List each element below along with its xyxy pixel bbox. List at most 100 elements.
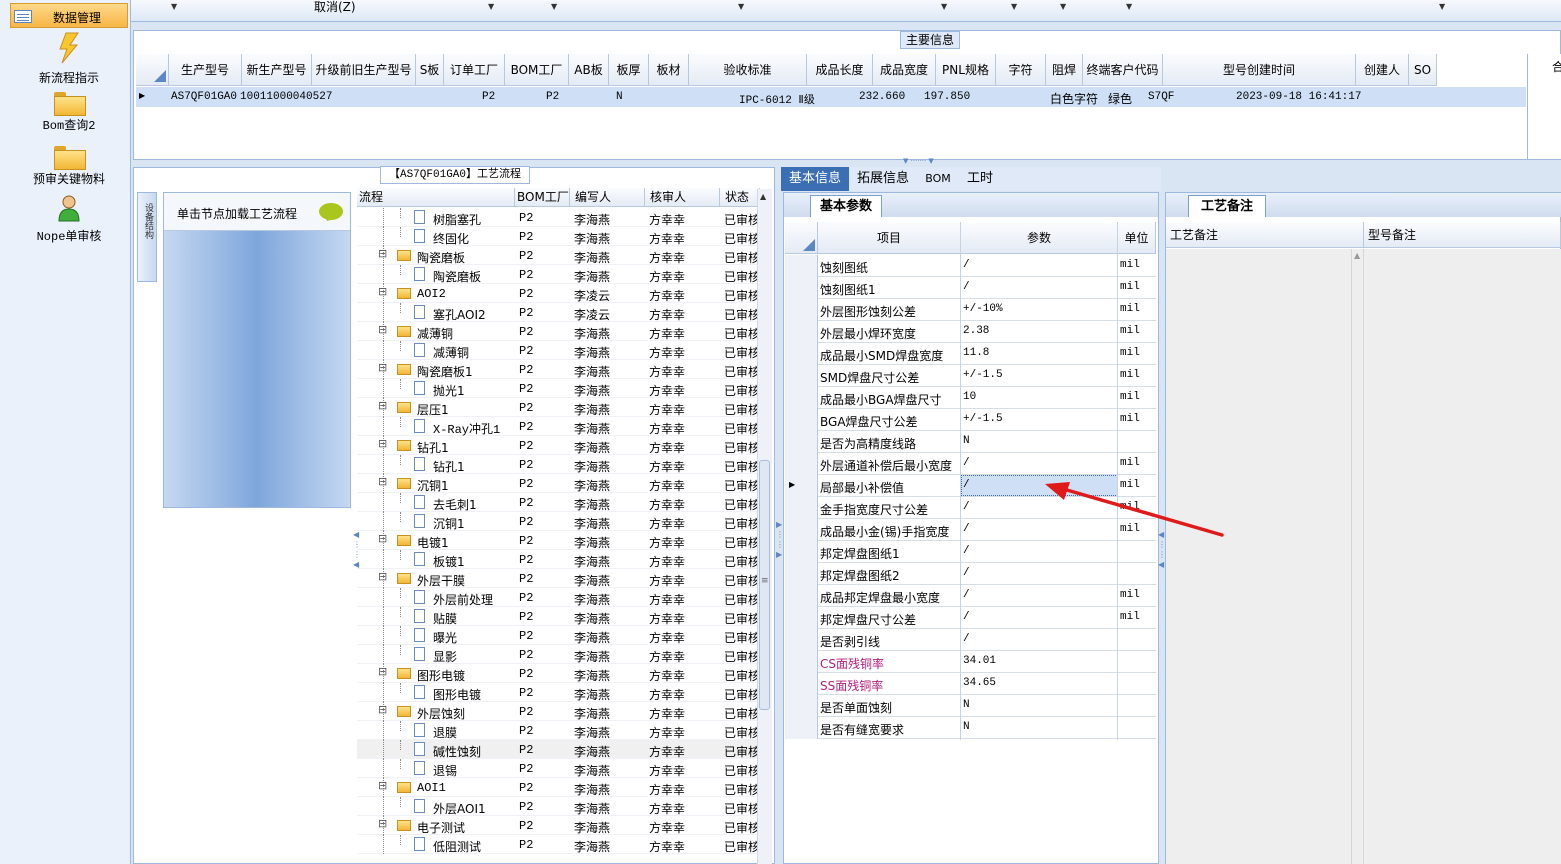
collapse-toggle-icon[interactable]: ⊟ (378, 437, 387, 450)
cell-solder[interactable]: 绿色 (1108, 90, 1132, 107)
tree-row[interactable]: 沉铜1 P2 李海燕 方幸幸 已审核 (357, 512, 760, 531)
collapse-toggle-icon[interactable]: ⊟ (378, 399, 387, 412)
cell-new-model[interactable]: 10011000040527 (240, 91, 332, 103)
tree-row[interactable]: ⊟ 图形电镀 P2 李海燕 方幸幸 已审核 (357, 664, 760, 683)
notes-scrollbar[interactable]: ▲ (1351, 249, 1364, 864)
param-value[interactable]: / (963, 259, 970, 271)
param-value[interactable]: / (963, 545, 970, 557)
nav-item-new-flow[interactable]: 新流程指示 (10, 32, 128, 86)
param-value[interactable]: 11.8 (963, 347, 989, 359)
param-row[interactable]: 邦定焊盘图纸1 / (785, 541, 1156, 563)
main-col-header[interactable]: BOM工厂 (505, 54, 569, 86)
scroll-up-icon[interactable]: ▲ (760, 192, 766, 201)
tree-row[interactable]: 图形电镀 P2 李海燕 方幸幸 已审核 (357, 683, 760, 702)
param-value[interactable]: / (963, 567, 970, 579)
param-row[interactable]: 邦定焊盘图纸2 / (785, 563, 1156, 585)
cell-customer[interactable]: S7QF (1148, 91, 1174, 103)
col-header-model-notes[interactable]: 型号备注 (1364, 222, 1561, 248)
col-header-flow[interactable]: 流程 (357, 188, 515, 207)
collapse-toggle-icon[interactable]: ⊟ (378, 361, 387, 374)
tree-row[interactable]: ⊟ 外层干膜 P2 李海燕 方幸幸 已审核 (357, 569, 760, 588)
main-col-header[interactable]: SO (1409, 54, 1437, 86)
param-row[interactable]: 蚀刻图纸 / mil (785, 255, 1156, 277)
main-col-header[interactable]: 阻焊 (1046, 54, 1083, 86)
param-row[interactable]: 外层最小焊环宽度 2.38 mil (785, 321, 1156, 343)
model-notes-area[interactable] (1364, 249, 1561, 864)
side-tab-equipment[interactable]: 设备结构 (137, 192, 157, 282)
tree-row[interactable]: 减薄铜 P2 李海燕 方幸幸 已审核 (357, 341, 760, 360)
collapse-toggle-icon[interactable]: ⊟ (378, 779, 387, 792)
param-value[interactable]: / (963, 281, 970, 293)
main-col-header[interactable]: 升级前旧生产型号 (312, 54, 416, 86)
param-value[interactable]: 34.01 (963, 655, 996, 667)
row-indicator[interactable] (785, 629, 818, 651)
param-row[interactable]: 成品邦定焊盘最小宽度 / mil (785, 585, 1156, 607)
param-value[interactable]: / (963, 611, 970, 623)
dropdown-arrow-icon[interactable]: ▼ (488, 2, 494, 11)
main-col-header[interactable]: 终端客户代码 (1083, 54, 1163, 86)
main-col-header[interactable]: 验收标准 (689, 54, 807, 86)
cell-model[interactable]: AS7QF01GA0 (171, 91, 237, 103)
tree-row[interactable]: ⊟ 电镀1 P2 李海燕 方幸幸 已审核 (357, 531, 760, 550)
chat-bubble-icon[interactable] (319, 203, 343, 220)
tree-row[interactable]: ⊟ 外层蚀刻 P2 李海燕 方幸幸 已审核 (357, 702, 760, 721)
main-col-header[interactable]: 板材 (649, 54, 689, 86)
param-value[interactable]: / (963, 589, 970, 601)
tree-row[interactable]: ⊟ AOI2 P2 李凌云 方幸幸 已审核 (357, 284, 760, 303)
param-value[interactable]: 34.65 (963, 677, 996, 689)
param-row[interactable]: SS面残铜率 34.65 (785, 673, 1156, 695)
nav-header[interactable]: 数据管理 (10, 3, 128, 28)
row-indicator[interactable] (785, 607, 818, 629)
tree-row[interactable]: 贴膜 P2 李海燕 方幸幸 已审核 (357, 607, 760, 626)
tree-row[interactable]: ⊟ 沉铜1 P2 李海燕 方幸幸 已审核 (357, 474, 760, 493)
cell-standard[interactable]: IPC-6012 Ⅱ级 (739, 91, 815, 107)
main-col-header[interactable]: 成品长度 (807, 54, 873, 86)
collapse-toggle-icon[interactable]: ⊟ (378, 285, 387, 298)
tree-row[interactable]: ⊟ AOI1 P2 李海燕 方幸幸 已审核 (357, 778, 760, 797)
main-col-header[interactable]: 创建人 (1356, 54, 1409, 86)
collapse-toggle-icon[interactable]: ⊟ (378, 665, 387, 678)
param-value[interactable]: N (963, 721, 970, 733)
collapse-toggle-icon[interactable]: ⊟ (378, 817, 387, 830)
col-header-value[interactable]: 参数 (961, 222, 1118, 254)
param-value[interactable]: / (963, 501, 970, 513)
cell-order-factory[interactable]: P2 (482, 91, 495, 103)
col-header-writer[interactable]: 编写人 (570, 188, 645, 207)
param-value[interactable]: +/-10% (963, 303, 1003, 315)
row-indicator[interactable] (785, 541, 818, 563)
row-indicator[interactable] (785, 453, 818, 475)
tab-process-notes[interactable]: 工艺备注 (1188, 195, 1266, 217)
collapse-toggle-icon[interactable]: ⊟ (378, 323, 387, 336)
param-row[interactable]: BGA焊盘尺寸公差 +/-1.5 mil (785, 409, 1156, 431)
row-indicator[interactable] (785, 387, 818, 409)
tab-bom[interactable]: BOM (922, 167, 954, 191)
param-row[interactable]: 邦定焊盘尺寸公差 / mil (785, 607, 1156, 629)
tree-row[interactable]: 碱性蚀刻 P2 李海燕 方幸幸 已审核 (357, 740, 760, 759)
param-row[interactable]: 是否剥引线 / (785, 629, 1156, 651)
param-row[interactable]: 外层通道补偿后最小宽度 / mil (785, 453, 1156, 475)
tree-row[interactable]: ⊟ 钻孔1 P2 李海燕 方幸幸 已审核 (357, 436, 760, 455)
param-value[interactable]: +/-1.5 (963, 369, 1003, 381)
row-indicator[interactable] (785, 673, 818, 695)
tree-row[interactable]: 曝光 P2 李海燕 方幸幸 已审核 (357, 626, 760, 645)
tree-row[interactable]: ⊟ 电子测试 P2 李海燕 方幸幸 已审核 (357, 816, 760, 835)
tab-basic-params[interactable]: 基本参数 (810, 195, 882, 217)
main-col-header[interactable]: AB板 (569, 54, 609, 86)
tree-row[interactable]: ⊟ 层压1 P2 李海燕 方幸幸 已审核 (357, 398, 760, 417)
nav-item-nope-review[interactable]: Nope单审核 (10, 194, 128, 244)
cell-bom-factory[interactable]: P2 (546, 91, 559, 103)
row-indicator[interactable] (785, 409, 818, 431)
tree-row[interactable]: 陶瓷磨板 P2 李海燕 方幸幸 已审核 (357, 265, 760, 284)
tree-row[interactable]: 抛光1 P2 李海燕 方幸幸 已审核 (357, 379, 760, 398)
param-row[interactable]: SMD焊盘尺寸公差 +/-1.5 mil (785, 365, 1156, 387)
cell-width[interactable]: 197.850 (924, 91, 970, 103)
row-indicator[interactable] (785, 321, 818, 343)
row-indicator[interactable] (785, 563, 818, 585)
param-value[interactable]: / (963, 479, 970, 491)
col-header-item[interactable]: 项目 (818, 222, 961, 254)
row-indicator[interactable] (785, 365, 818, 387)
param-row[interactable]: 外层图形蚀刻公差 +/-10% mil (785, 299, 1156, 321)
cell-char[interactable]: 白色字符 (1050, 90, 1098, 107)
cell-ab-board[interactable]: N (616, 91, 623, 103)
row-indicator[interactable] (785, 497, 818, 519)
